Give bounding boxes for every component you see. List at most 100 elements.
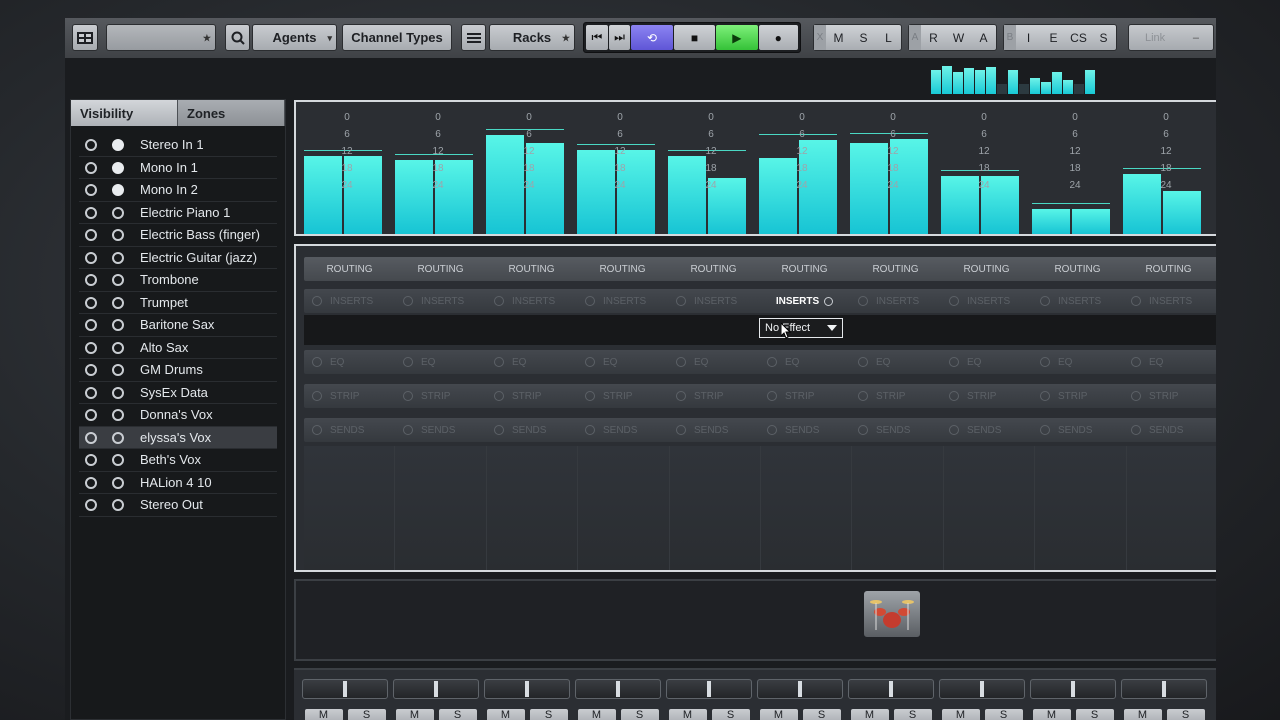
solo-button[interactable]: S: [984, 709, 1023, 720]
toggle-x[interactable]: X: [814, 25, 826, 50]
channel-list-item[interactable]: Donna's Vox: [79, 404, 277, 427]
record-button[interactable]: ●: [758, 25, 799, 50]
zone-toggle[interactable]: [112, 476, 124, 489]
routing-rack-cell[interactable]: ROUTING: [1123, 257, 1214, 281]
eq-rack-cell[interactable]: EQ: [850, 350, 941, 374]
pan-handle[interactable]: [525, 681, 529, 697]
visibility-toggle[interactable]: [85, 364, 97, 376]
visibility-toggle[interactable]: [85, 386, 97, 399]
visibility-toggle[interactable]: [85, 431, 97, 444]
eq-rack-cell[interactable]: EQ: [577, 350, 668, 374]
zone-toggle[interactable]: [112, 341, 124, 354]
sends-rack-cell[interactable]: SENDS: [1032, 418, 1123, 442]
visibility-toggle[interactable]: [85, 319, 97, 331]
pan-handle[interactable]: [707, 681, 711, 697]
pan-control[interactable]: [302, 679, 388, 699]
visibility-toggle[interactable]: [85, 184, 97, 196]
channel-list-item[interactable]: Trombone: [79, 269, 277, 292]
toggle-b[interactable]: B: [1004, 25, 1016, 50]
channel-list-item[interactable]: Baritone Sax: [79, 314, 277, 337]
routing-rack-cell[interactable]: ROUTING: [395, 257, 486, 281]
eq-rack-cell[interactable]: EQ: [1123, 350, 1214, 374]
visibility-toggle[interactable]: [85, 139, 97, 151]
configuration-field[interactable]: ★: [106, 24, 216, 51]
strip-rack-cell[interactable]: STRIP: [395, 384, 486, 408]
sends-rack-cell[interactable]: SENDS: [668, 418, 759, 442]
mute-button[interactable]: M: [850, 709, 889, 720]
toggle-eq[interactable]: E: [1041, 25, 1066, 50]
channel-list-item[interactable]: SysEx Data: [79, 382, 277, 404]
visibility-toggle[interactable]: [85, 499, 97, 511]
zone-toggle[interactable]: [112, 274, 124, 286]
eq-rack-cell[interactable]: EQ: [941, 350, 1032, 374]
toggle-channel-strip[interactable]: CS: [1066, 25, 1091, 50]
pan-control[interactable]: [939, 679, 1025, 699]
toggle-automation[interactable]: A: [971, 25, 996, 50]
pan-control[interactable]: [848, 679, 934, 699]
zone-toggle[interactable]: [112, 499, 124, 511]
zone-toggle[interactable]: [112, 454, 124, 466]
eq-rack-cell[interactable]: EQ: [395, 350, 486, 374]
eq-rack-cell[interactable]: EQ: [304, 350, 395, 374]
zone-toggle[interactable]: [112, 296, 124, 309]
mute-button[interactable]: M: [486, 709, 525, 720]
routing-rack-cell[interactable]: ROUTING: [486, 257, 577, 281]
solo-button[interactable]: S: [1075, 709, 1114, 720]
eq-rack-cell[interactable]: EQ: [1032, 350, 1123, 374]
sends-rack-cell[interactable]: SENDS: [486, 418, 577, 442]
insert-slot-selector[interactable]: No Effect: [759, 318, 843, 338]
solo-button[interactable]: S: [438, 709, 477, 720]
go-to-start-button[interactable]: ⏮: [586, 25, 608, 50]
pan-control[interactable]: [1030, 679, 1116, 699]
sends-rack-cell[interactable]: SENDS: [577, 418, 668, 442]
mute-button[interactable]: M: [395, 709, 434, 720]
mute-button[interactable]: M: [759, 709, 798, 720]
zone-toggle[interactable]: [112, 139, 124, 151]
inserts-rack-cell[interactable]: INSERTS: [577, 289, 668, 313]
zone-toggle[interactable]: [112, 431, 124, 444]
inserts-rack-cell[interactable]: INSERTS: [941, 289, 1032, 313]
eq-rack-cell[interactable]: EQ: [759, 350, 850, 374]
solo-button[interactable]: S: [347, 709, 386, 720]
inserts-rack-cell[interactable]: INSERTS: [850, 289, 941, 313]
toggle-write[interactable]: W: [946, 25, 971, 50]
routing-rack-cell[interactable]: ROUTING: [577, 257, 668, 281]
sends-rack-cell[interactable]: SENDS: [304, 418, 395, 442]
mute-button[interactable]: M: [1123, 709, 1162, 720]
strip-rack-cell[interactable]: STRIP: [304, 384, 395, 408]
zone-toggle[interactable]: [112, 386, 124, 399]
toggle-sends[interactable]: S: [1091, 25, 1116, 50]
channel-list-item[interactable]: HALion 4 10: [79, 472, 277, 494]
visibility-toggle[interactable]: [85, 341, 97, 354]
channel-list-item[interactable]: Beth's Vox: [79, 449, 277, 472]
visibility-toggle[interactable]: [85, 251, 97, 264]
zone-toggle[interactable]: [112, 409, 124, 421]
solo-button[interactable]: S: [1166, 709, 1205, 720]
strip-rack-cell[interactable]: STRIP: [486, 384, 577, 408]
sends-rack-cell[interactable]: SENDS: [759, 418, 850, 442]
strip-rack-cell[interactable]: STRIP: [941, 384, 1032, 408]
eq-rack-cell[interactable]: EQ: [668, 350, 759, 374]
toggle-s[interactable]: S: [851, 25, 876, 50]
visibility-toggle[interactable]: [85, 161, 97, 174]
visibility-toggle[interactable]: [85, 296, 97, 309]
solo-button[interactable]: S: [711, 709, 750, 720]
mute-button[interactable]: M: [941, 709, 980, 720]
solo-button[interactable]: S: [802, 709, 841, 720]
pan-handle[interactable]: [1162, 681, 1166, 697]
mute-button[interactable]: M: [1032, 709, 1071, 720]
inserts-rack-cell[interactable]: INSERTS: [1032, 289, 1123, 313]
search-button[interactable]: [225, 24, 250, 51]
tab-visibility[interactable]: Visibility: [71, 100, 178, 126]
routing-rack-cell[interactable]: ROUTING: [759, 257, 850, 281]
channel-list-item[interactable]: Electric Piano 1: [79, 202, 277, 224]
pan-control[interactable]: [757, 679, 843, 699]
routing-rack-cell[interactable]: ROUTING: [850, 257, 941, 281]
visibility-toggle[interactable]: [85, 409, 97, 421]
racks-button[interactable]: Racks ★: [489, 24, 575, 51]
toggle-m[interactable]: M: [826, 25, 851, 50]
inserts-rack-cell[interactable]: INSERTS: [668, 289, 759, 313]
visibility-toggle[interactable]: [85, 476, 97, 489]
visibility-toggle[interactable]: [85, 274, 97, 286]
stop-button[interactable]: ■: [673, 25, 716, 50]
